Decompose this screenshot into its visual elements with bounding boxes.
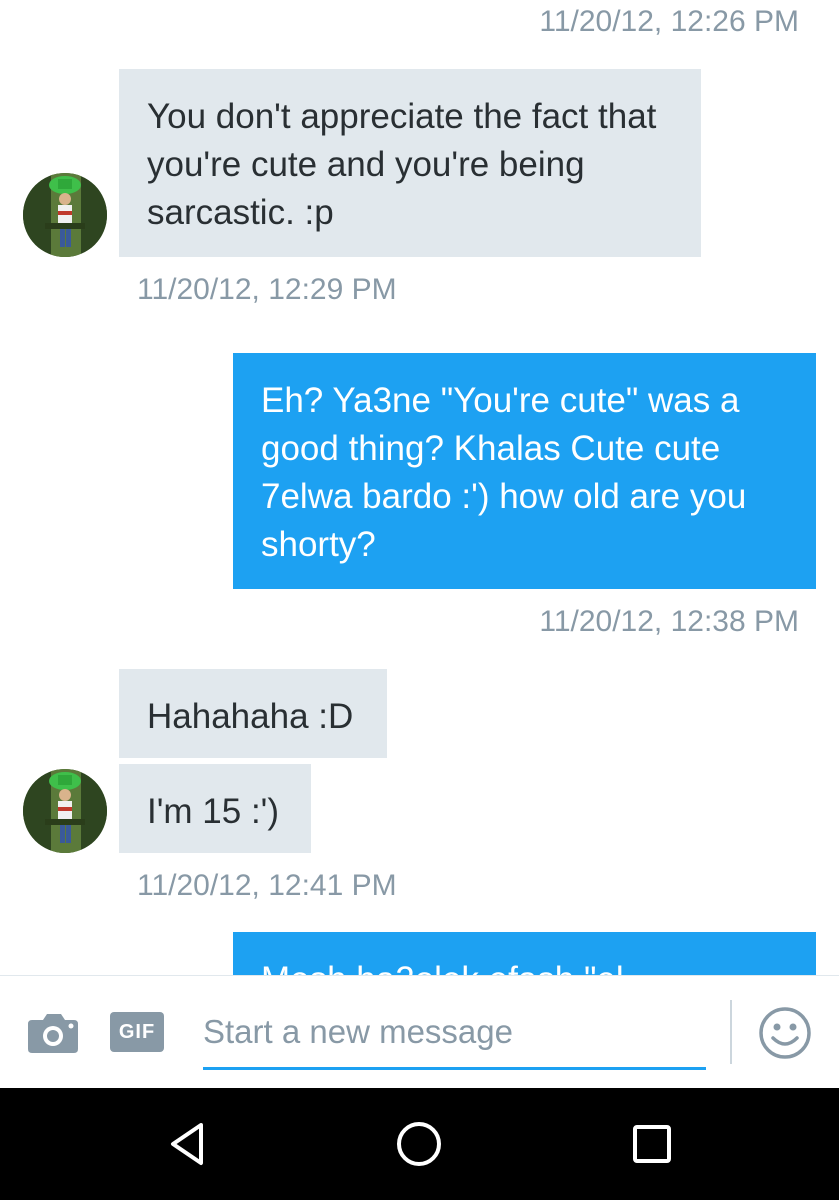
gif-label: GIF	[118, 1020, 156, 1043]
conversation-area[interactable]: 11/20/12, 12:26 PM You don't appreciate …	[0, 0, 839, 975]
received-message-bubble[interactable]: I'm 15 :')	[119, 764, 311, 853]
recents-square-icon	[633, 1125, 671, 1163]
message-timestamp: 11/20/12, 12:41 PM	[137, 869, 397, 902]
contact-avatar[interactable]	[23, 769, 107, 853]
composer-divider	[730, 1000, 732, 1064]
message-input[interactable]	[203, 1002, 706, 1070]
gif-button[interactable]: GIF	[110, 1012, 164, 1052]
received-message-bubble[interactable]: You don't appreciate the fact that you'r…	[119, 69, 701, 257]
message-timestamp: 11/20/12, 12:38 PM	[539, 605, 799, 638]
emoji-button[interactable]	[758, 1006, 812, 1060]
message-timestamp: 11/20/12, 12:29 PM	[137, 273, 397, 306]
camera-icon	[28, 1014, 78, 1053]
system-navigation-bar	[0, 1088, 839, 1200]
sent-message-bubble[interactable]: Eh? Ya3ne "You're cute" was a good thing…	[233, 353, 816, 589]
avatar-photo-icon	[23, 173, 107, 257]
home-button[interactable]	[379, 1108, 459, 1180]
back-triangle-icon	[171, 1123, 203, 1165]
contact-avatar[interactable]	[23, 173, 107, 257]
camera-button[interactable]	[24, 1009, 82, 1057]
back-button[interactable]	[147, 1108, 227, 1180]
smiley-icon	[759, 1007, 811, 1059]
avatar-photo-icon	[23, 769, 107, 853]
sent-message-bubble[interactable]: Mesh ha2olek efash "el	[233, 932, 816, 975]
message-composer: GIF	[0, 975, 839, 1088]
message-timestamp: 11/20/12, 12:26 PM	[539, 5, 799, 38]
recents-button[interactable]	[612, 1108, 692, 1180]
home-circle-icon	[397, 1122, 441, 1166]
received-message-bubble[interactable]: Hahahaha :D	[119, 669, 387, 758]
